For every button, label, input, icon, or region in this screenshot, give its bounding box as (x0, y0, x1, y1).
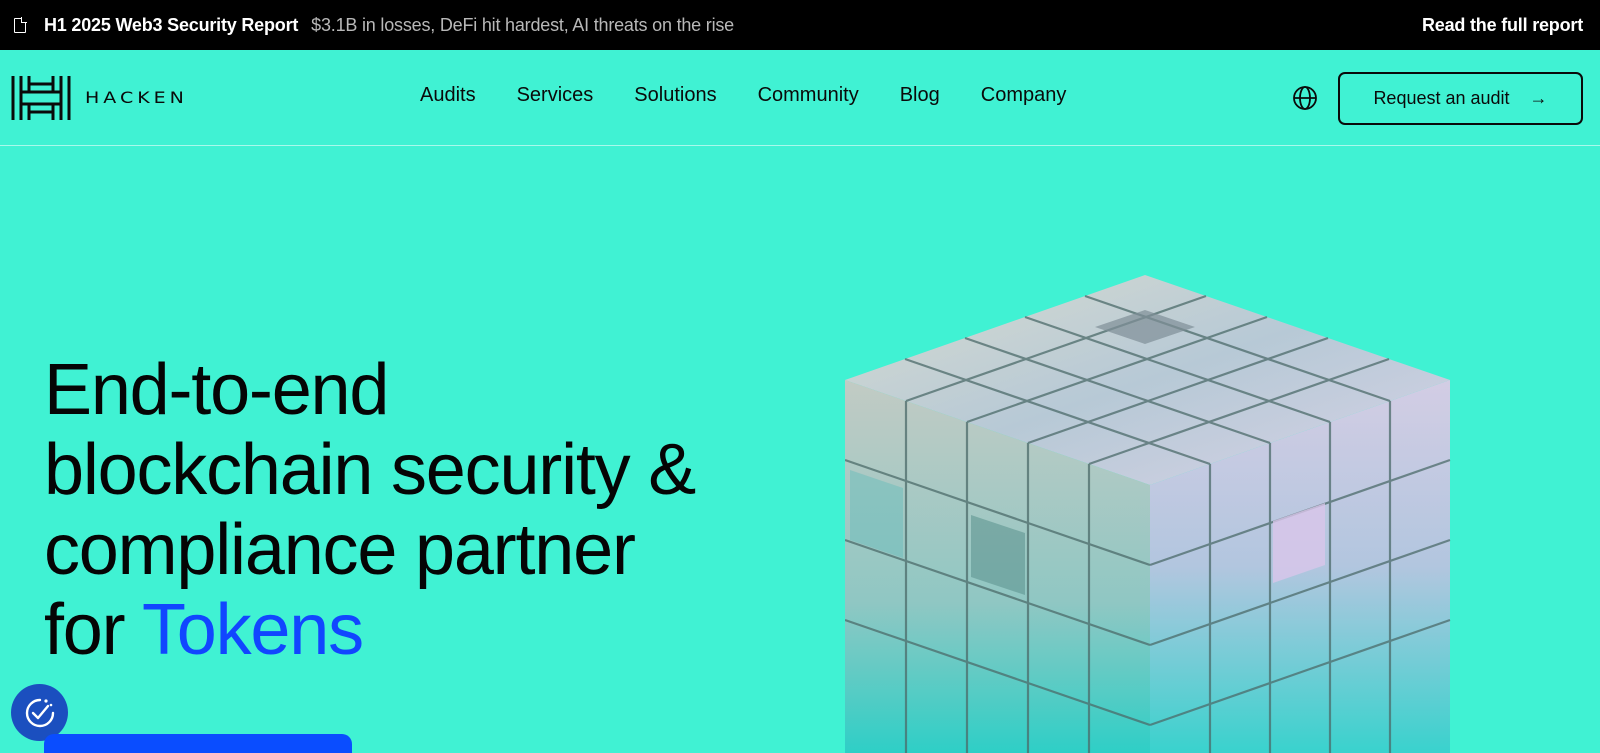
nav-item-community[interactable]: Community (758, 84, 859, 107)
document-icon (14, 16, 27, 33)
nav-item-solutions[interactable]: Solutions (634, 84, 716, 107)
hacken-logo[interactable]: HACKEN (11, 76, 188, 120)
main-navigation: HACKEN Audits Services Solutions Communi… (0, 50, 1600, 146)
globe-icon[interactable] (1292, 85, 1318, 111)
arrow-right-icon: → (1529, 88, 1548, 108)
hero-primary-button[interactable] (44, 734, 352, 753)
announcement-bar: H1 2025 Web3 Security Report $3.1B in lo… (0, 0, 1600, 50)
request-audit-button[interactable]: Request an audit → (1338, 72, 1583, 125)
hero-title-prefix: for (44, 590, 126, 670)
read-report-link[interactable]: Read the full report (1422, 15, 1583, 36)
nav-item-company[interactable]: Company (981, 84, 1067, 107)
announcement-subtitle: $3.1B in losses, DeFi hit hardest, AI th… (311, 14, 734, 35)
hero-title-line-1: End-to-end (44, 350, 389, 430)
nav-item-audits[interactable]: Audits (420, 84, 476, 107)
nav-item-blog[interactable]: Blog (900, 84, 940, 107)
hero-title-line-2: blockchain security & (44, 430, 696, 510)
hero-cube-illustration (845, 275, 1451, 753)
logo-wordmark: HACKEN (85, 88, 188, 108)
request-audit-label: Request an audit (1373, 88, 1510, 108)
announcement-title: H1 2025 Web3 Security Report (44, 14, 299, 35)
cookie-consent-button[interactable] (11, 684, 68, 741)
nav-menu: Audits Services Solutions Community Blog… (420, 84, 1107, 107)
hero-title: End-to-end blockchain security & complia… (44, 350, 804, 670)
hero-title-line-3: compliance partner (44, 510, 636, 590)
nav-item-services[interactable]: Services (517, 84, 594, 107)
hero-title-accent: Tokens (141, 590, 364, 670)
cookie-consent-icon (25, 698, 54, 727)
hacken-logo-mark (11, 76, 71, 120)
